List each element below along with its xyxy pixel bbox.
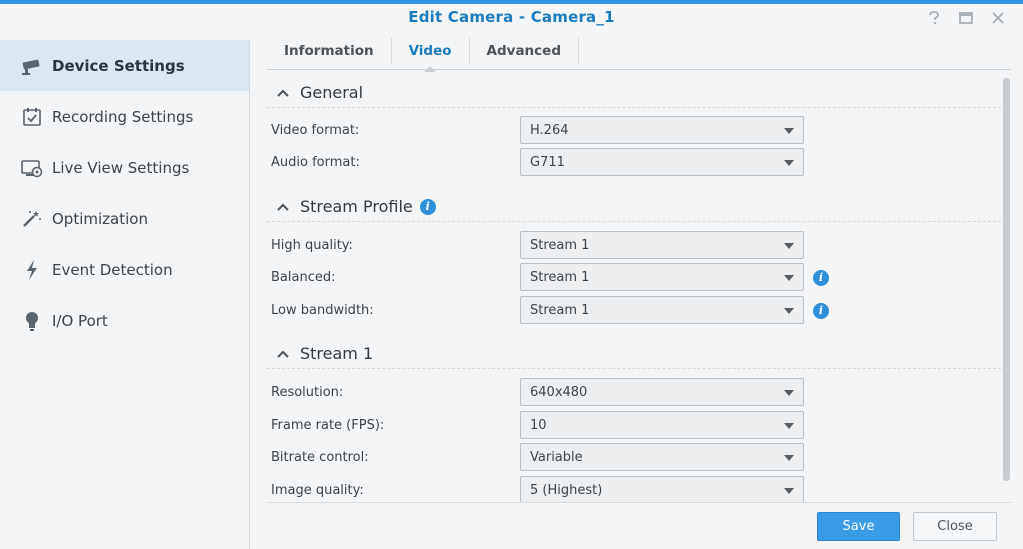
tab-advanced[interactable]: Advanced [470, 38, 579, 64]
sidebar-item-label: Event Detection [52, 260, 173, 279]
chevron-up-icon[interactable] [276, 202, 292, 212]
chevron-down-icon [784, 308, 794, 314]
lightning-icon [21, 259, 43, 281]
form-row: High quality: Stream 1 [267, 230, 1001, 260]
form-row: Balanced: Stream 1 i [267, 262, 1001, 292]
chevron-down-icon [784, 488, 794, 494]
form-row: Audio format: G711 [267, 147, 1001, 177]
balanced-info[interactable]: i [813, 268, 829, 286]
calendar-check-icon [21, 106, 43, 128]
magic-wand-icon [21, 208, 43, 230]
info-icon[interactable]: i [813, 302, 829, 319]
chevron-up-icon[interactable] [276, 349, 292, 359]
select-value: 10 [530, 417, 547, 433]
info-icon[interactable]: i [419, 198, 436, 215]
select-value: Stream 1 [530, 237, 590, 253]
section-stream1-header[interactable]: Stream 1 [267, 339, 1001, 369]
section-title: Stream 1 [300, 344, 374, 363]
chevron-up-icon[interactable] [276, 88, 292, 98]
select-value: 640x480 [530, 384, 588, 400]
lightbulb-icon [21, 310, 43, 332]
form-row: Frame rate (FPS): 10 [267, 410, 1001, 440]
image-quality-select[interactable]: 5 (Highest) [520, 476, 804, 502]
section-general-header[interactable]: General [267, 78, 1001, 108]
chevron-down-icon [784, 128, 794, 134]
select-value: Variable [530, 449, 583, 465]
maximize-icon[interactable] [957, 9, 975, 27]
field-label: Resolution: [271, 384, 344, 400]
sidebar-item-event-detection[interactable]: Event Detection [0, 244, 249, 295]
form-row: Low bandwidth: Stream 1 i [267, 295, 1001, 325]
select-value: 5 (Highest) [530, 482, 603, 498]
select-value: Stream 1 [530, 302, 590, 318]
balanced-select[interactable]: Stream 1 [520, 263, 804, 291]
sidebar: Device Settings Recording Settings Live … [0, 40, 250, 549]
audio-format-select[interactable]: G711 [520, 148, 804, 176]
field-label: Bitrate control: [271, 449, 369, 465]
camera-icon [21, 55, 43, 77]
frame-rate-select[interactable]: 10 [520, 411, 804, 439]
video-format-select[interactable]: H.264 [520, 116, 804, 144]
chevron-down-icon [784, 423, 794, 429]
window-title: Edit Camera - Camera_1 [408, 8, 615, 26]
monitor-camera-icon [21, 157, 43, 179]
section-title: General [300, 83, 364, 102]
select-value: G711 [530, 154, 565, 170]
tab-bar: Information Video Advanced [267, 36, 1011, 72]
sidebar-item-optimization[interactable]: Optimization [0, 193, 249, 244]
high-quality-select[interactable]: Stream 1 [520, 231, 804, 259]
sidebar-item-label: Optimization [52, 209, 148, 228]
low-bandwidth-select[interactable]: Stream 1 [520, 296, 804, 324]
tab-information[interactable]: Information [267, 38, 392, 64]
video-settings-panel: General Video format: H.264 Audio format… [267, 78, 1001, 502]
section-stream-profile-header[interactable]: Stream Profile i [267, 192, 1001, 222]
close-icon[interactable] [989, 9, 1007, 27]
content-scrollbar[interactable] [1003, 78, 1010, 481]
field-label: Image quality: [271, 482, 364, 498]
select-value: Stream 1 [530, 269, 590, 285]
bitrate-control-select[interactable]: Variable [520, 443, 804, 471]
field-label: Video format: [271, 122, 360, 138]
sidebar-item-io-port[interactable]: I/O Port [0, 295, 249, 346]
chevron-down-icon [784, 390, 794, 396]
sidebar-item-label: Recording Settings [52, 107, 194, 126]
chevron-down-icon [784, 455, 794, 461]
footer-divider [267, 502, 1011, 503]
field-label: Audio format: [271, 154, 360, 170]
section-title: Stream Profile [300, 197, 413, 216]
close-button[interactable]: Close [913, 512, 997, 541]
resolution-select[interactable]: 640x480 [520, 378, 804, 406]
low-bandwidth-info[interactable]: i [813, 301, 829, 319]
field-label: High quality: [271, 237, 353, 253]
sidebar-item-label: Live View Settings [52, 158, 190, 177]
window-accent-bar [0, 0, 1023, 4]
save-button[interactable]: Save [817, 512, 900, 541]
chevron-down-icon [784, 275, 794, 281]
chevron-down-icon [784, 160, 794, 166]
form-row: Image quality: 5 (Highest) [267, 475, 1001, 502]
help-icon[interactable] [925, 9, 943, 27]
form-row: Resolution: 640x480 [267, 377, 1001, 407]
sidebar-item-live-view-settings[interactable]: Live View Settings [0, 142, 249, 193]
form-row: Bitrate control: Variable [267, 442, 1001, 472]
sidebar-item-device-settings[interactable]: Device Settings [0, 40, 249, 91]
select-value: H.264 [530, 122, 569, 138]
chevron-down-icon [784, 243, 794, 249]
form-row: Video format: H.264 [267, 115, 1001, 145]
sidebar-item-label: I/O Port [52, 311, 108, 330]
field-label: Low bandwidth: [271, 302, 374, 318]
tab-video[interactable]: Video [392, 38, 470, 72]
sidebar-item-recording-settings[interactable]: Recording Settings [0, 91, 249, 142]
field-label: Frame rate (FPS): [271, 417, 385, 433]
sidebar-item-label: Device Settings [52, 56, 185, 75]
field-label: Balanced: [271, 269, 336, 285]
info-icon[interactable]: i [813, 269, 829, 286]
window-controls [925, 9, 1007, 27]
